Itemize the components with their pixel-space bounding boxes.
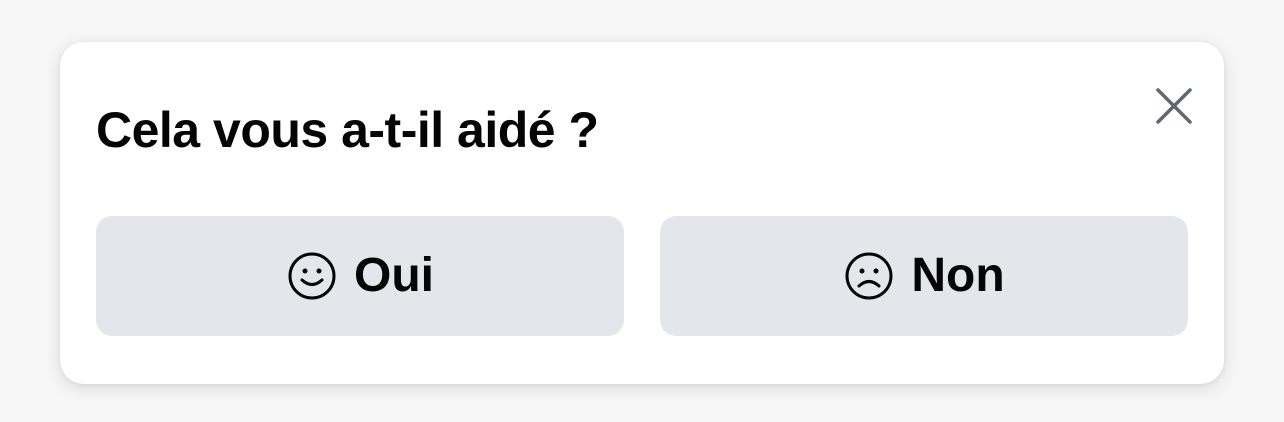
yes-button[interactable]: Oui (96, 216, 624, 336)
no-button-label: Non (911, 249, 1005, 302)
feedback-question: Cela vous a-t-il aidé ? (96, 102, 599, 158)
feedback-card: Cela vous a-t-il aidé ? Oui Non (60, 42, 1224, 384)
yes-button-label: Oui (354, 249, 434, 302)
no-button[interactable]: Non (660, 216, 1188, 336)
close-button[interactable] (1150, 82, 1198, 130)
smile-icon (286, 250, 338, 302)
close-icon (1156, 88, 1192, 124)
frown-icon (843, 250, 895, 302)
